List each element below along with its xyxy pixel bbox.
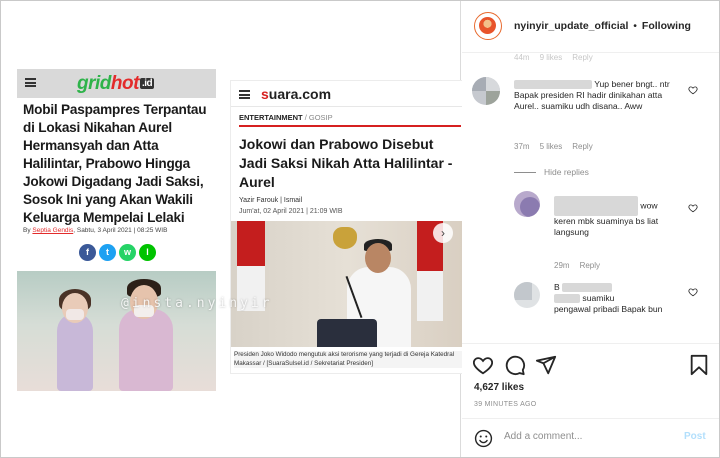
post-timestamp: 39 MINUTES AGO	[474, 401, 537, 408]
reply-text: B suamiku pengawal pribadi Bapak bun	[554, 282, 663, 314]
heart-icon[interactable]	[688, 85, 698, 95]
gridhot-header: gridhot .id	[17, 69, 216, 98]
hamburger-menu-icon	[239, 90, 250, 99]
post-header: nyinyir_update_official • Following	[462, 1, 719, 53]
comment-meta: 37m 5 likes Reply	[514, 142, 593, 151]
post-comment-button[interactable]: Post	[684, 431, 706, 442]
add-comment-bar: Post	[462, 418, 719, 457]
heart-icon[interactable]	[688, 287, 698, 297]
watermark: @insta.nyinyir	[121, 296, 273, 311]
suara-article-card: suara.com ENTERTAINMENT / GOSIP Jokowi d…	[231, 81, 463, 373]
separator-dot: •	[633, 20, 637, 32]
comments-list[interactable]: 44m 9 likes Reply Yup bener bngt.. ntr Bap…	[462, 53, 719, 343]
username-link[interactable]: nyinyir_update_official	[514, 20, 628, 32]
facebook-icon: f	[79, 244, 96, 261]
reply-meta: 29m Reply	[554, 261, 601, 270]
post-author: nyinyir_update_official • Following	[514, 20, 691, 32]
reply-avatar[interactable]	[514, 191, 540, 217]
reply-avatar[interactable]	[514, 282, 540, 308]
bookmark-icon[interactable]	[688, 354, 710, 376]
suara-category: ENTERTAINMENT / GOSIP	[239, 113, 333, 122]
gridhot-couple-photo	[17, 271, 216, 391]
comment-text: Yup bener bngt.. ntr Bapak presiden RI h…	[514, 79, 670, 111]
comment-icon[interactable]	[504, 354, 526, 376]
gridhot-byline: By Septia Gendis, Sabtu, 3 April 2021 | …	[23, 227, 168, 234]
post-media: gridhot .id Mobil Paspampres Terpantau di…	[1, 1, 463, 457]
redacted-username	[554, 196, 638, 216]
suara-author: Yazir Farouk | Ismail	[239, 197, 303, 204]
suara-logo: suara.com	[261, 86, 332, 102]
line-icon: l	[139, 244, 156, 261]
suara-header: suara.com	[231, 81, 463, 107]
redacted-username	[514, 80, 592, 90]
gridhot-headline: Mobil Paspampres Terpantau di Lokasi Nik…	[23, 102, 207, 225]
reply-text: wow keren mbk suaminya bs liat langsung	[554, 196, 674, 238]
post-actions: 4,627 likes 39 MINUTES AGO	[462, 343, 719, 413]
gridhot-article-card: gridhot .id Mobil Paspampres Terpantau di…	[17, 69, 216, 391]
previous-comment-meta: 44m 9 likes Reply	[514, 53, 593, 62]
chevron-right-icon: ›	[433, 223, 453, 243]
whatsapp-icon: w	[119, 244, 136, 261]
redacted-username	[562, 283, 613, 293]
hamburger-menu-icon	[25, 78, 36, 87]
heart-icon[interactable]	[688, 203, 698, 213]
suara-photo-caption: Presiden Joko Widodo mengutuk aksi teror…	[234, 351, 462, 368]
paper-plane-icon[interactable]	[535, 354, 557, 376]
suara-date: Jum'at, 02 April 2021 | 21:09 WIB	[239, 208, 343, 215]
heart-icon[interactable]	[472, 354, 494, 376]
comment-input[interactable]	[504, 431, 674, 442]
smiley-icon[interactable]	[474, 429, 493, 448]
suara-president-photo	[231, 221, 463, 347]
commenter-avatar[interactable]	[472, 77, 500, 105]
suara-headline: Jokowi dan Prabowo Disebut Jadi Saksi Ni…	[239, 136, 453, 190]
like-count[interactable]: 4,627 likes	[474, 382, 524, 393]
gridhot-share-buttons: f t w l	[79, 244, 156, 261]
following-button[interactable]: Following	[642, 20, 691, 32]
account-avatar[interactable]	[474, 12, 502, 40]
suara-divider	[239, 125, 461, 127]
redacted-text	[554, 294, 580, 304]
post-sidebar: nyinyir_update_official • Following 44m 9…	[462, 1, 719, 457]
hide-replies-link[interactable]: Hide replies	[514, 167, 589, 177]
gridhot-logo: gridhot .id	[77, 73, 155, 94]
twitter-icon: t	[99, 244, 116, 261]
